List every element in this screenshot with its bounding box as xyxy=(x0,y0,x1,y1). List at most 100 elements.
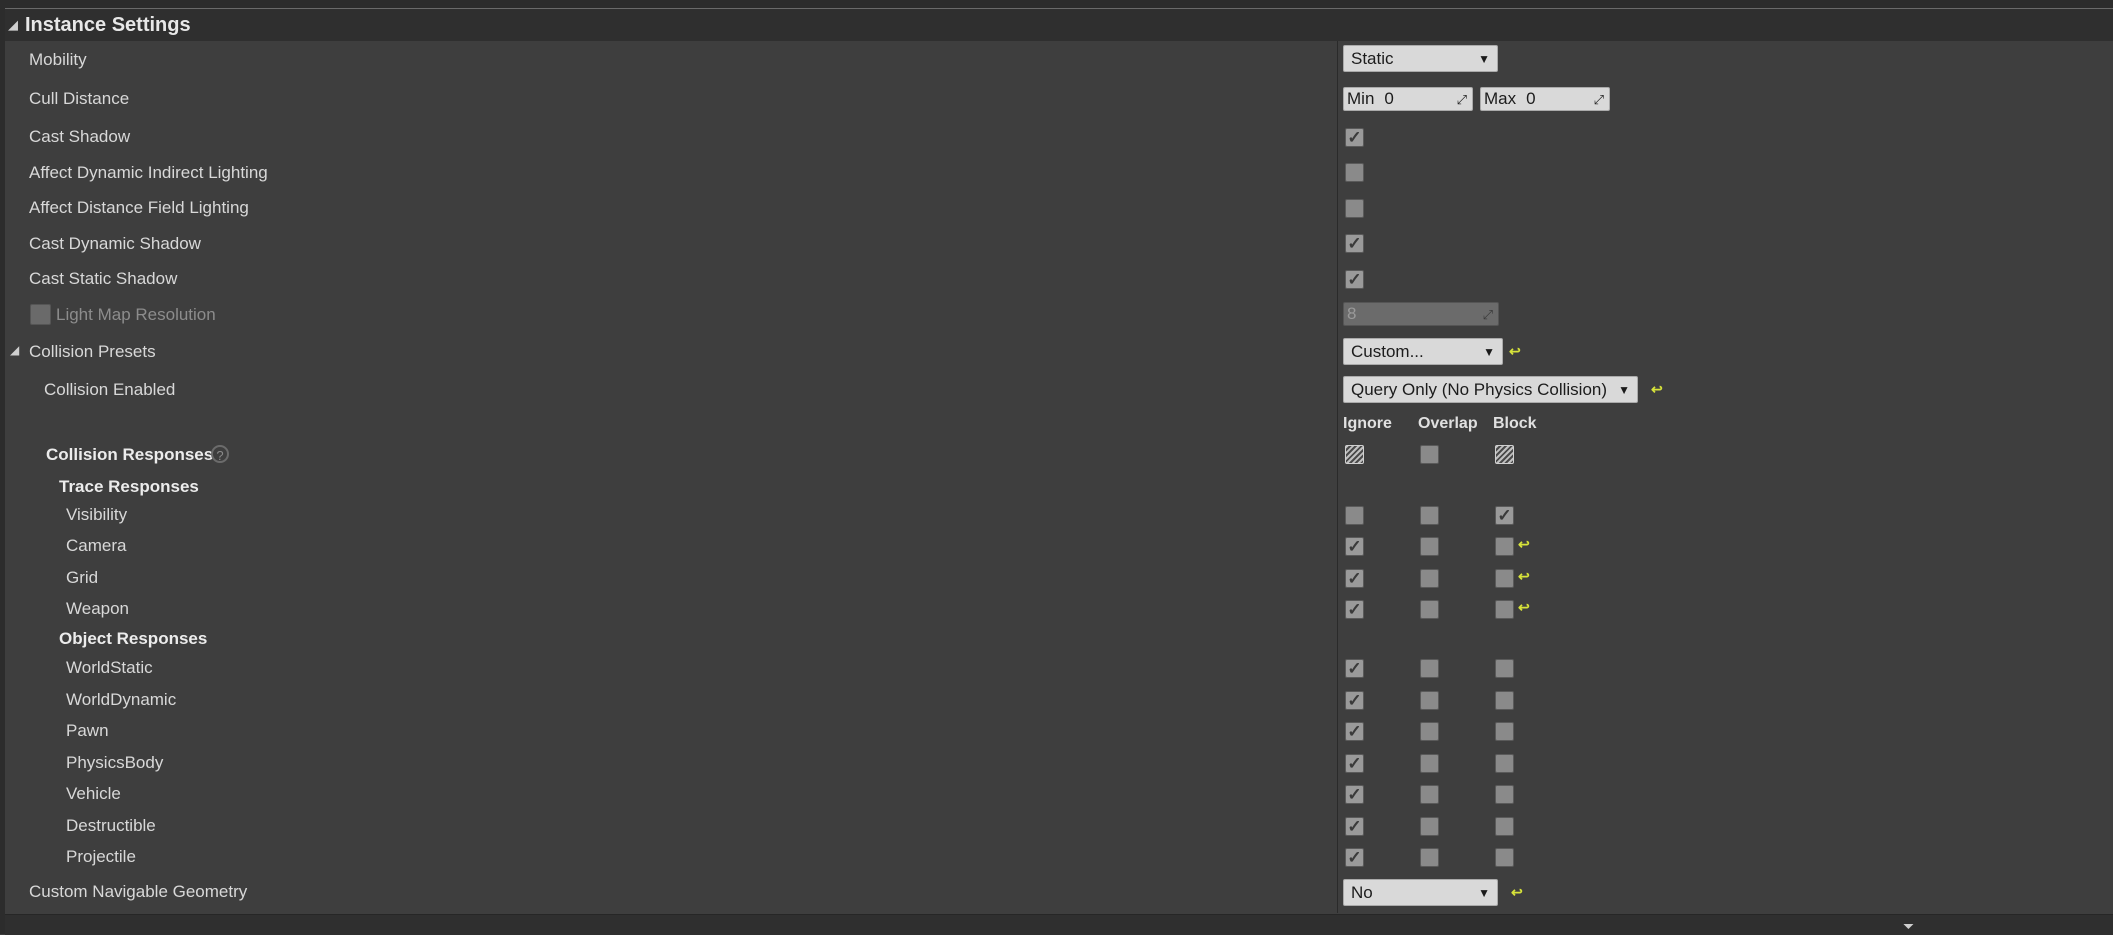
cast-shadow-checkbox[interactable]: ✓ xyxy=(1345,128,1364,147)
object-label-vehicle: Vehicle xyxy=(66,784,121,803)
reset-to-default-icon[interactable]: ↩ xyxy=(1651,381,1663,398)
trace-label-visibility: Visibility xyxy=(66,505,128,524)
mobility-value: Static xyxy=(1351,49,1394,68)
trace-camera-block-checkbox[interactable] xyxy=(1495,537,1514,557)
object-destructible-block-checkbox[interactable] xyxy=(1495,816,1514,836)
trace-weapon-ignore-checkbox[interactable]: ✓ xyxy=(1345,599,1364,619)
object-physicsbody-block-checkbox[interactable] xyxy=(1495,753,1514,773)
trace-weapon-block-checkbox[interactable] xyxy=(1495,599,1514,619)
reset-to-default-icon[interactable]: ↩ xyxy=(1511,884,1523,901)
reset-to-default-icon[interactable]: ↩ xyxy=(1518,536,1530,553)
object-destructible-ignore-checkbox[interactable]: ✓ xyxy=(1345,816,1364,836)
all-block-checkbox[interactable] xyxy=(1495,445,1514,464)
left-border xyxy=(0,0,5,934)
object-label-physicsbody: PhysicsBody xyxy=(66,752,164,772)
max-value: 0 xyxy=(1526,89,1536,108)
collision-responses-label: Collision Responses xyxy=(46,445,214,464)
object-physicsbody-ignore-checkbox[interactable]: ✓ xyxy=(1345,753,1364,773)
trace-visibility-block-checkbox[interactable]: ✓ xyxy=(1495,506,1514,525)
trace-grid-ignore-checkbox[interactable]: ✓ xyxy=(1345,568,1364,588)
trace-visibility-ignore-checkbox[interactable] xyxy=(1345,506,1364,525)
trace-label-camera: Camera xyxy=(66,536,127,556)
all-ignore-checkbox[interactable] xyxy=(1345,445,1364,464)
collision-enabled-dropdown[interactable]: Query Only (No Physics Collision) ▼ xyxy=(1343,376,1638,403)
collision-presets-collapse-icon[interactable]: ◢ xyxy=(10,343,19,357)
trace-label-grid: Grid xyxy=(66,567,99,587)
object-label-worldstatic: WorldStatic xyxy=(66,658,153,677)
column-ignore-header: Ignore xyxy=(1343,415,1392,432)
bottom-bar: ⏷ xyxy=(5,914,2113,935)
object-worlddynamic-ignore-checkbox[interactable]: ✓ xyxy=(1345,690,1364,710)
object-vehicle-ignore-checkbox[interactable]: ✓ xyxy=(1345,785,1364,804)
section-header-instance-settings[interactable]: ◢ Instance Settings xyxy=(5,9,2113,41)
cast-dynamic-shadow-label: Cast Dynamic Shadow xyxy=(29,234,201,253)
object-physicsbody-overlap-checkbox[interactable] xyxy=(1420,753,1439,773)
affect-dynamic-indirect-lighting-checkbox[interactable] xyxy=(1345,163,1364,182)
cast-shadow-label: Cast Shadow xyxy=(29,127,131,146)
light-map-resolution-label: Light Map Resolution xyxy=(56,305,216,324)
max-prefix: Max xyxy=(1484,89,1517,108)
object-pawn-ignore-checkbox[interactable]: ✓ xyxy=(1345,722,1364,741)
all-overlap-checkbox[interactable] xyxy=(1420,445,1439,464)
reset-to-default-icon[interactable]: ↩ xyxy=(1518,599,1530,616)
trace-visibility-overlap-checkbox[interactable] xyxy=(1420,506,1439,525)
trace-camera-overlap-checkbox[interactable] xyxy=(1420,537,1439,557)
top-border xyxy=(0,0,2113,9)
trace-label-weapon: Weapon xyxy=(66,598,130,618)
affect-distance-field-lighting-checkbox[interactable] xyxy=(1345,199,1364,218)
cull-distance-label: Cull Distance xyxy=(29,89,130,108)
drag-arrows-icon: ⤢ xyxy=(1456,92,1467,107)
collision-enabled-label: Collision Enabled xyxy=(44,380,176,399)
chevron-down-icon: ▼ xyxy=(1483,345,1495,359)
object-projectile-ignore-checkbox[interactable]: ✓ xyxy=(1345,848,1364,867)
object-pawn-overlap-checkbox[interactable] xyxy=(1420,722,1439,741)
chevron-down-icon: ▼ xyxy=(1618,383,1630,397)
object-worldstatic-ignore-checkbox[interactable]: ✓ xyxy=(1345,659,1364,678)
mobility-label: Mobility xyxy=(29,50,87,69)
object-label-destructible: Destructible xyxy=(66,815,156,835)
light-map-resolution-input[interactable]: 8 ⤢ xyxy=(1343,302,1499,326)
object-label-pawn: Pawn xyxy=(66,721,109,740)
object-vehicle-overlap-checkbox[interactable] xyxy=(1420,785,1439,804)
object-label-worlddynamic: WorldDynamic xyxy=(66,689,177,709)
object-destructible-overlap-checkbox[interactable] xyxy=(1420,816,1439,836)
trace-camera-ignore-checkbox[interactable]: ✓ xyxy=(1345,537,1364,557)
reset-to-default-icon[interactable]: ↩ xyxy=(1518,568,1530,585)
object-worlddynamic-block-checkbox[interactable] xyxy=(1495,690,1514,710)
cast-static-shadow-label: Cast Static Shadow xyxy=(29,269,178,288)
collision-presets-label: Collision Presets xyxy=(29,342,156,361)
cull-distance-max-input[interactable]: Max 0 ⤢ xyxy=(1480,87,1610,111)
object-vehicle-block-checkbox[interactable] xyxy=(1495,785,1514,804)
help-icon[interactable]: ? xyxy=(211,445,229,463)
custom-navigable-geometry-dropdown[interactable]: No ▼ xyxy=(1343,879,1498,906)
collision-presets-value: Custom... xyxy=(1351,342,1424,361)
collision-presets-dropdown[interactable]: Custom... ▼ xyxy=(1343,338,1503,365)
scroll-down-icon[interactable]: ⏷ xyxy=(1903,918,1914,935)
trace-weapon-overlap-checkbox[interactable] xyxy=(1420,599,1439,619)
trace-responses-header: Trace Responses xyxy=(59,477,199,496)
column-block-header: Block xyxy=(1493,415,1537,432)
trace-grid-block-checkbox[interactable] xyxy=(1495,568,1514,588)
min-prefix: Min xyxy=(1347,89,1375,108)
cast-dynamic-shadow-checkbox[interactable]: ✓ xyxy=(1345,234,1364,253)
cast-static-shadow-checkbox[interactable]: ✓ xyxy=(1345,270,1364,289)
object-projectile-overlap-checkbox[interactable] xyxy=(1420,848,1439,867)
trace-grid-overlap-checkbox[interactable] xyxy=(1420,568,1439,588)
object-worldstatic-block-checkbox[interactable] xyxy=(1495,659,1514,678)
column-overlap-header: Overlap xyxy=(1418,415,1478,432)
object-projectile-block-checkbox[interactable] xyxy=(1495,848,1514,867)
drag-arrows-icon: ⤢ xyxy=(1593,92,1604,107)
cull-distance-min-input[interactable]: Min 0 ⤢ xyxy=(1343,87,1473,111)
custom-navigable-geometry-label: Custom Navigable Geometry xyxy=(29,882,248,901)
object-worlddynamic-overlap-checkbox[interactable] xyxy=(1420,690,1439,710)
drag-arrows-icon: ⤢ xyxy=(1482,307,1493,322)
section-title: Instance Settings xyxy=(25,14,191,36)
collapse-triangle-icon[interactable]: ◢ xyxy=(8,17,18,33)
object-label-projectile: Projectile xyxy=(66,847,136,866)
object-pawn-block-checkbox[interactable] xyxy=(1495,722,1514,741)
column-divider[interactable] xyxy=(1337,41,1338,913)
light-map-resolution-override-checkbox[interactable] xyxy=(30,304,51,325)
reset-to-default-icon[interactable]: ↩ xyxy=(1509,343,1521,360)
mobility-dropdown[interactable]: Static ▼ xyxy=(1343,45,1498,72)
object-worldstatic-overlap-checkbox[interactable] xyxy=(1420,659,1439,678)
